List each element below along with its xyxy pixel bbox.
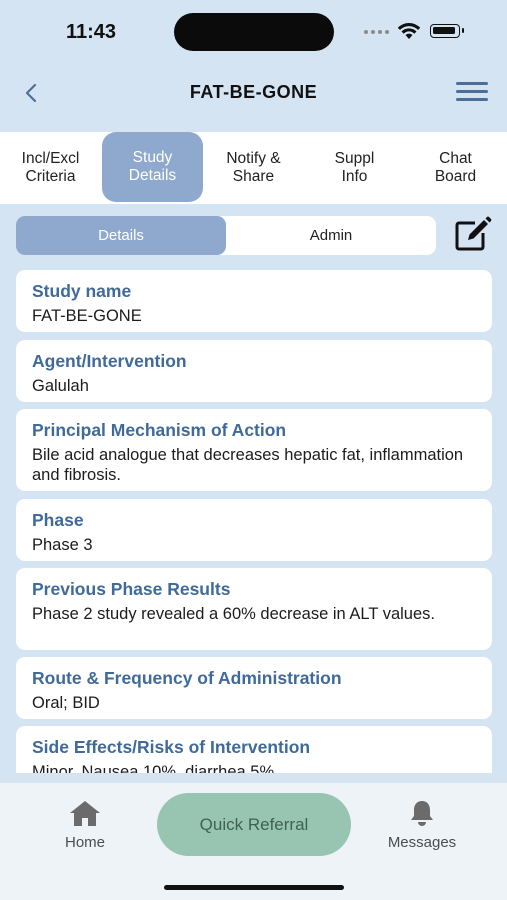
top-tab-strip: Incl/Excl Criteria Study Details Notify … <box>0 132 507 204</box>
field-value: Phase 3 <box>32 536 93 554</box>
edit-icon[interactable] <box>453 215 493 253</box>
status-icons <box>364 22 464 42</box>
field-label: Agent/Intervention <box>32 351 187 371</box>
field-label: Side Effects/Risks of Intervention <box>32 737 311 757</box>
card-route-frequency: Route & Frequency of Administration Oral… <box>16 657 492 719</box>
wifi-icon <box>397 23 421 39</box>
tab-label: Notify & Share <box>226 150 281 185</box>
tab-label: Study Details <box>128 149 177 184</box>
home-icon <box>70 801 100 826</box>
segment-admin[interactable]: Admin <box>226 216 436 255</box>
tab-suppl-info[interactable]: Suppl Info <box>304 132 405 204</box>
hamburger-icon[interactable] <box>456 82 488 104</box>
tab-label: Suppl Info <box>334 150 375 185</box>
tab-home-label: Home <box>64 834 105 851</box>
status-time: 11:43 <box>66 21 117 43</box>
tab-messages[interactable]: Messages <box>372 799 472 851</box>
field-label: Previous Phase Results <box>32 579 231 599</box>
tab-home[interactable]: Home <box>35 799 135 851</box>
bell-icon <box>411 801 433 826</box>
field-label: Study name <box>32 281 132 301</box>
field-value: Phase 2 study revealed a 60% decrease in… <box>32 605 435 623</box>
tab-study-details[interactable]: Study Details <box>102 132 203 202</box>
status-bar: 11:43 <box>0 0 507 62</box>
bottom-tab-bar: Home Quick Referral Messages <box>0 783 507 900</box>
card-previous-phase-results: Previous Phase Results Phase 2 study rev… <box>16 568 492 650</box>
card-side-effects: Side Effects/Risks of Intervention Minor… <box>16 726 492 773</box>
tab-incl-excl-criteria[interactable]: Incl/Excl Criteria <box>0 132 101 204</box>
nav-bar: FAT-BE-GONE <box>0 62 507 128</box>
home-indicator <box>164 885 344 890</box>
field-value: Galulah <box>32 377 89 395</box>
segment-details[interactable]: Details <box>16 216 226 255</box>
dynamic-island <box>174 13 334 51</box>
field-value: Bile acid analogue that decreases hepati… <box>32 446 464 484</box>
signal-icon <box>364 30 389 34</box>
card-mechanism-of-action: Principal Mechanism of Action Bile acid … <box>16 409 492 491</box>
tab-notify-share[interactable]: Notify & Share <box>203 132 304 204</box>
card-agent-intervention: Agent/Intervention Galulah <box>16 340 492 402</box>
field-value: FAT-BE-GONE <box>32 307 142 325</box>
field-label: Route & Frequency of Administration <box>32 668 342 688</box>
quick-referral-button[interactable]: Quick Referral <box>157 793 351 856</box>
tab-label: Incl/Excl Criteria <box>21 150 80 185</box>
field-value: Oral; BID <box>32 694 100 712</box>
tab-chat-board[interactable]: Chat Board <box>405 132 506 204</box>
field-value: Minor. Nausea 10%, diarrhea 5% <box>32 763 275 773</box>
field-label: Principal Mechanism of Action <box>32 420 287 440</box>
details-admin-segment: Details Admin <box>16 216 436 255</box>
card-phase: Phase Phase 3 <box>16 499 492 561</box>
field-label: Phase <box>32 510 84 530</box>
battery-icon <box>430 24 464 38</box>
study-details-list[interactable]: Study name FAT-BE-GONE Agent/Interventio… <box>0 266 507 773</box>
tab-messages-label: Messages <box>387 834 457 851</box>
tab-label: Chat Board <box>434 150 477 185</box>
card-study-name: Study name FAT-BE-GONE <box>16 270 492 332</box>
page-title: FAT-BE-GONE <box>189 82 318 102</box>
